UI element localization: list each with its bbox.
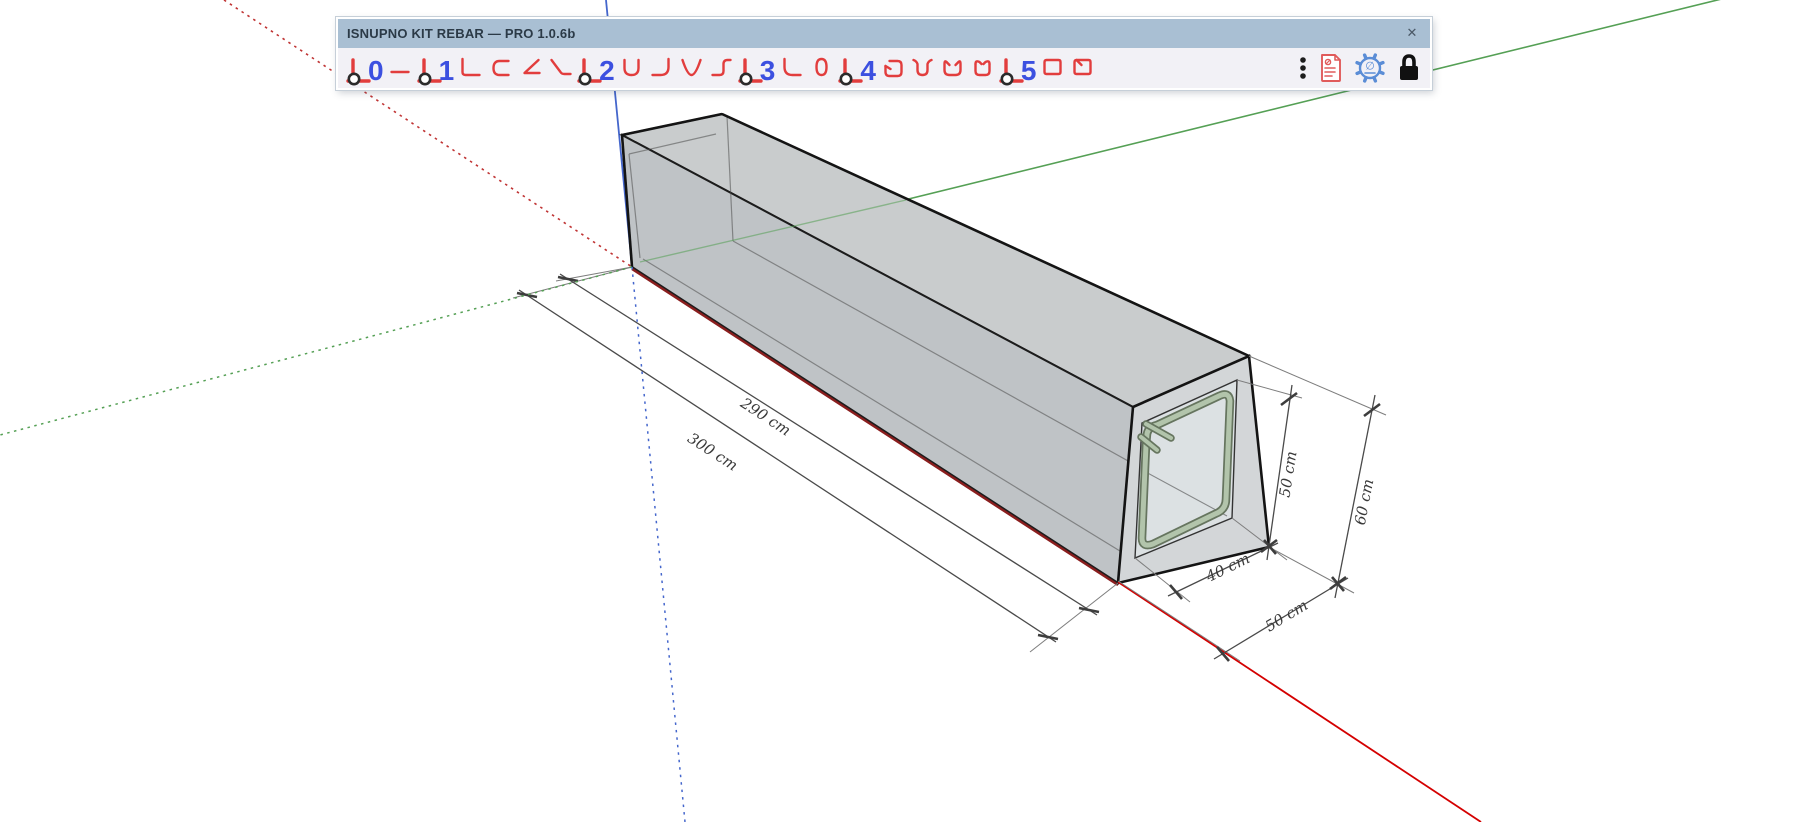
shape-v-curve-icon bbox=[678, 56, 705, 80]
tool-report-document[interactable] bbox=[1318, 50, 1344, 86]
bar-type-digit: 1 bbox=[439, 56, 455, 86]
tool-shape-j-hook[interactable] bbox=[648, 50, 675, 86]
shape-j-mirror-icon bbox=[778, 56, 805, 80]
toolbar-icons-row: 0 1 2 3 4 5 ∅ bbox=[338, 48, 1430, 88]
report-document-icon bbox=[1318, 53, 1344, 83]
tool-settings-gear[interactable]: ∅ bbox=[1354, 50, 1386, 86]
tool-shape-stirrup-hooked-2[interactable] bbox=[969, 50, 996, 86]
shape-s-step-icon bbox=[708, 56, 735, 80]
toolbar-title: ISNUPNO KIT REBAR — PRO 1.0.6b bbox=[338, 26, 575, 41]
dimension-label: 60 cm bbox=[1351, 478, 1378, 527]
blue-axis-dotted bbox=[632, 267, 685, 822]
dimension-label: 50 cm bbox=[1276, 450, 1301, 499]
tool-bar-type-1[interactable]: 1 bbox=[417, 50, 455, 86]
dimension-label: 50 cm bbox=[1262, 596, 1311, 635]
bar-type-digit: 4 bbox=[860, 56, 876, 86]
settings-gear-icon: ∅ bbox=[1354, 52, 1386, 84]
toolbar-titlebar[interactable]: ISNUPNO KIT REBAR — PRO 1.0.6b ✕ bbox=[338, 19, 1430, 48]
bar-type-digit: 5 bbox=[1021, 56, 1037, 86]
shape-obtuse-bend-icon bbox=[547, 56, 574, 80]
shape-l-bend-icon bbox=[457, 56, 484, 80]
tool-shape-oval[interactable] bbox=[808, 50, 835, 86]
shape-u-icon bbox=[618, 56, 645, 80]
rebar-plugin-toolbar: ISNUPNO KIT REBAR — PRO 1.0.6b ✕ 0 1 2 3 4 5 ∅ bbox=[336, 17, 1432, 90]
tool-bar-type-4[interactable]: 4 bbox=[838, 50, 876, 86]
bar-type-digit: 2 bbox=[599, 56, 615, 86]
concrete-beam bbox=[622, 114, 1269, 585]
tool-shape-angle[interactable] bbox=[517, 50, 544, 86]
shape-stirrup-flared-icon bbox=[909, 56, 936, 80]
shape-oval-icon bbox=[808, 56, 835, 80]
shape-c-flat-icon bbox=[487, 56, 514, 80]
menu-dots-icon bbox=[1298, 53, 1308, 83]
shape-j-hook-icon bbox=[648, 56, 675, 80]
tool-shape-stirrup-flared[interactable] bbox=[909, 50, 936, 86]
tool-shape-l-bend[interactable] bbox=[457, 50, 484, 86]
shape-angle-icon bbox=[517, 56, 544, 80]
tool-bar-type-2[interactable]: 2 bbox=[577, 50, 615, 86]
svg-text:∅: ∅ bbox=[1365, 60, 1375, 73]
tool-shape-u[interactable] bbox=[618, 50, 645, 86]
3d-viewport[interactable]: 290 cm300 cm40 cm50 cm50 cm60 cm bbox=[0, 0, 1806, 822]
tool-shape-stirrup-hooked[interactable] bbox=[939, 50, 966, 86]
tool-shape-obtuse-bend[interactable] bbox=[547, 50, 574, 86]
tool-shape-v-curve[interactable] bbox=[678, 50, 705, 86]
tool-bar-type-3[interactable]: 3 bbox=[738, 50, 776, 86]
bar-type-digit: 0 bbox=[368, 56, 384, 86]
tool-bar-type-0[interactable]: 0 bbox=[346, 50, 384, 86]
shape-stirrup-hooked-icon bbox=[939, 56, 966, 80]
bar-type-digit: 3 bbox=[760, 56, 776, 86]
tool-bar-type-5[interactable]: 5 bbox=[999, 50, 1037, 86]
shape-stirrup-closed-icon bbox=[1039, 56, 1066, 80]
tool-shape-j-mirror[interactable] bbox=[778, 50, 805, 86]
tool-shape-c-flat[interactable] bbox=[487, 50, 514, 86]
toolbar-utilities: ∅ bbox=[1298, 50, 1422, 86]
shape-stirrup-closed-hook-icon bbox=[1069, 56, 1096, 80]
shape-stirrup-open-icon bbox=[879, 56, 906, 80]
tool-lock[interactable] bbox=[1396, 50, 1422, 86]
tool-shape-s-step[interactable] bbox=[708, 50, 735, 86]
tool-shape-stirrup-closed[interactable] bbox=[1039, 50, 1066, 86]
tool-menu-dots[interactable] bbox=[1298, 50, 1308, 86]
lock-icon bbox=[1396, 53, 1422, 83]
tool-shape-stirrup-open[interactable] bbox=[879, 50, 906, 86]
shape-straight-icon bbox=[387, 56, 414, 80]
close-icon[interactable]: ✕ bbox=[1403, 24, 1421, 42]
tool-shape-straight[interactable] bbox=[387, 50, 414, 86]
dimension-label: 300 cm bbox=[684, 429, 741, 475]
tool-shape-stirrup-closed-hook[interactable] bbox=[1069, 50, 1096, 86]
green-axis-dotted bbox=[0, 267, 632, 435]
shape-stirrup-hooked-2-icon bbox=[969, 56, 996, 80]
